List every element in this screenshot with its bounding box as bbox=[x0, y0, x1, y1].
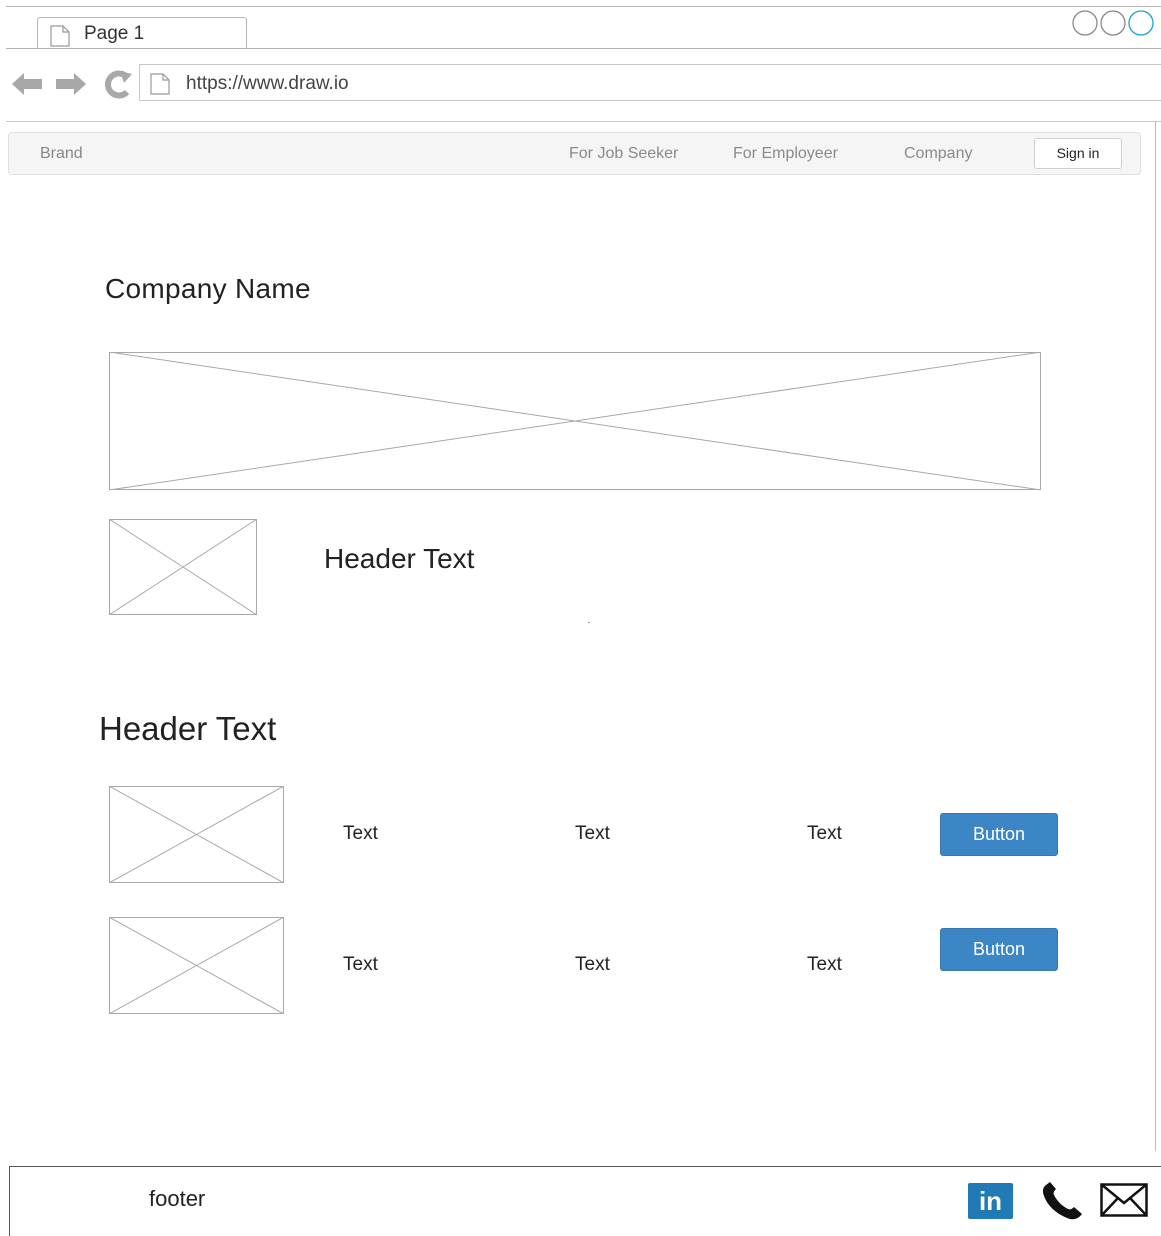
page-scrollbar-edge bbox=[1155, 121, 1156, 1151]
row-text: Text bbox=[807, 954, 842, 975]
row-text: Text bbox=[343, 823, 378, 844]
banner-image-placeholder bbox=[109, 352, 1041, 490]
row-text: Text bbox=[807, 823, 842, 844]
row-text: Text bbox=[343, 954, 378, 975]
back-arrow-icon[interactable] bbox=[12, 73, 42, 95]
reload-icon[interactable] bbox=[105, 70, 132, 99]
tab-title: Page 1 bbox=[84, 23, 145, 44]
logo-image-placeholder bbox=[109, 519, 257, 615]
browser-tab[interactable]: Page 1 bbox=[37, 17, 247, 49]
window-top-border bbox=[6, 6, 1161, 7]
company-header-text: Header Text bbox=[324, 543, 475, 574]
window-control-circle-icon bbox=[1128, 10, 1154, 36]
row-image-placeholder bbox=[109, 917, 284, 1014]
company-name: Company Name bbox=[105, 273, 311, 304]
navbar: Brand For Job Seeker For Employeer Compa… bbox=[8, 132, 1141, 175]
window-controls[interactable] bbox=[1071, 10, 1161, 38]
mail-icon[interactable] bbox=[1100, 1183, 1148, 1217]
forward-arrow-icon[interactable] bbox=[56, 73, 86, 95]
sign-in-button[interactable]: Sign in bbox=[1034, 138, 1122, 169]
page-icon bbox=[150, 73, 170, 95]
section-header-text: Header Text bbox=[99, 710, 277, 747]
nav-link-employeer[interactable]: For Employeer bbox=[733, 145, 838, 163]
nav-link-job-seeker[interactable]: For Job Seeker bbox=[569, 145, 678, 163]
url-text: https://www.draw.io bbox=[186, 73, 349, 94]
phone-icon[interactable] bbox=[1040, 1181, 1086, 1221]
document-icon bbox=[50, 25, 70, 47]
chrome-bottom-border bbox=[6, 121, 1161, 122]
row-image-placeholder bbox=[109, 786, 284, 883]
nav-link-company[interactable]: Company bbox=[904, 145, 972, 163]
footer: footer in bbox=[9, 1166, 1161, 1236]
tabbar-border bbox=[6, 48, 1161, 49]
stray-dot bbox=[588, 622, 590, 623]
row-action-button[interactable]: Button bbox=[940, 813, 1058, 856]
window-control-circle-icon bbox=[1072, 10, 1098, 36]
linkedin-icon[interactable]: in bbox=[968, 1183, 1013, 1219]
window-control-circle-icon bbox=[1100, 10, 1126, 36]
nav-buttons bbox=[12, 70, 132, 99]
address-bar[interactable]: https://www.draw.io bbox=[139, 64, 1161, 101]
row-action-button[interactable]: Button bbox=[940, 928, 1058, 971]
row-text: Text bbox=[575, 954, 610, 975]
row-text: Text bbox=[575, 823, 610, 844]
footer-label: footer bbox=[149, 1186, 206, 1211]
brand-link[interactable]: Brand bbox=[40, 145, 83, 163]
